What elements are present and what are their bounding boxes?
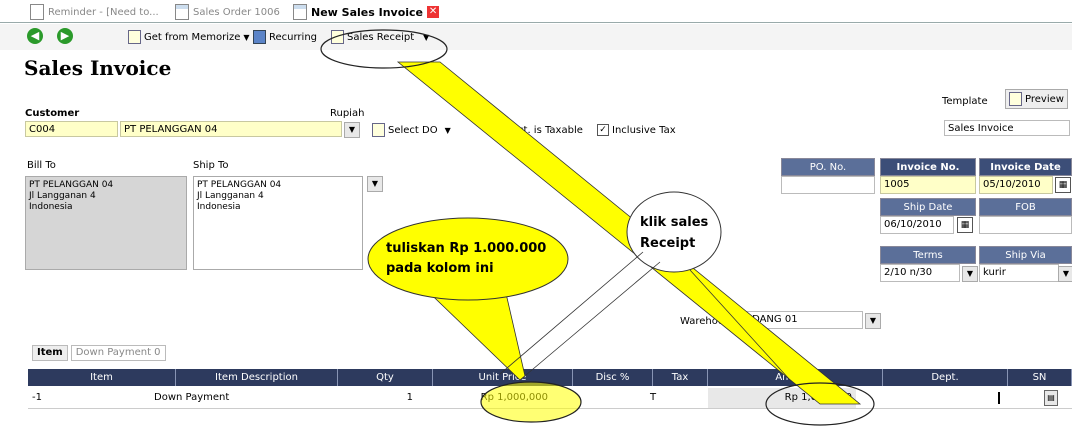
annotation-circle-sales-receipt (320, 29, 448, 69)
annotation-overlay (320, 29, 875, 426)
annotation-pointer-line (689, 269, 791, 381)
annotation-click-note: klik sales Receipt (640, 215, 709, 251)
annotation-circle-unit-price (480, 381, 582, 423)
annotation-fill-note: tuliskan Rp 1.000.000 pada kolom ini (386, 241, 547, 276)
